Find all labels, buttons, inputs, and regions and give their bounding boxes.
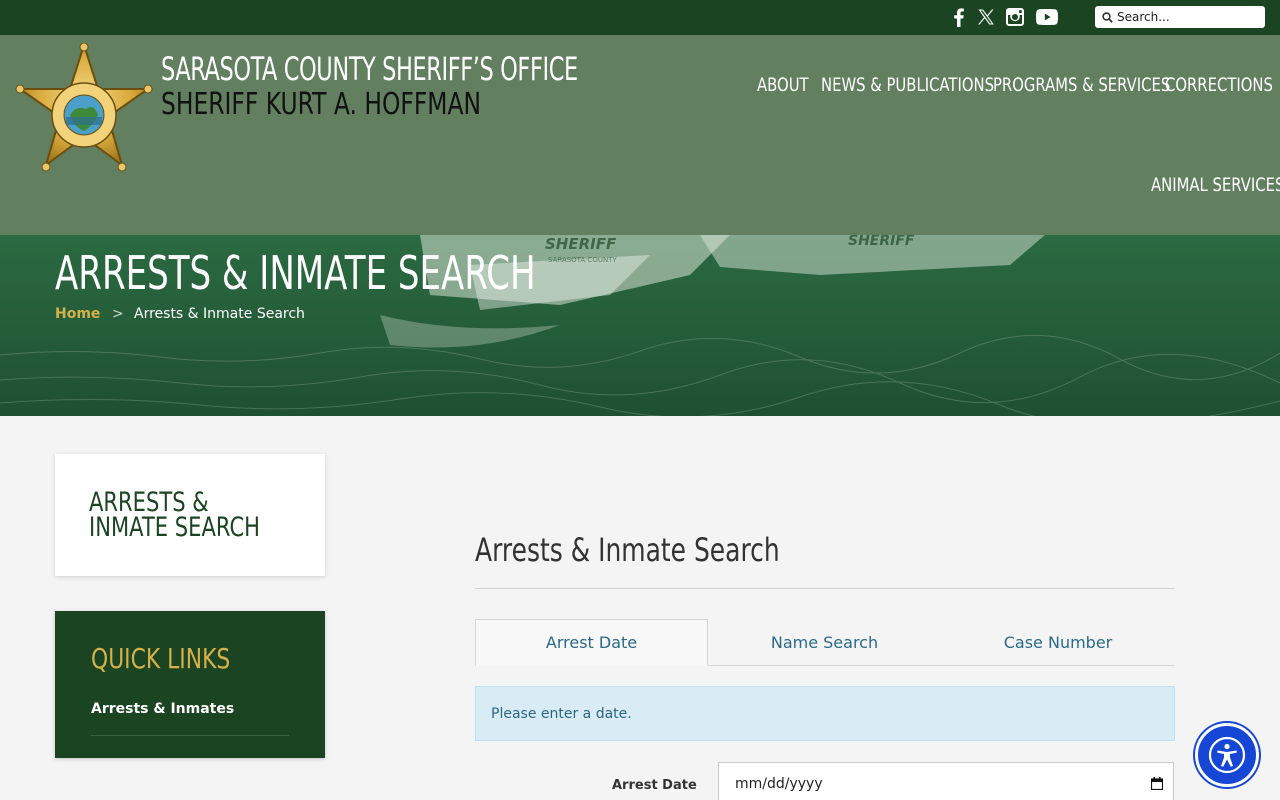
arrest-date-label: Arrest Date bbox=[612, 778, 697, 793]
facebook-icon[interactable] bbox=[951, 6, 967, 28]
boat-sheriff-lettering-2: SHERIFF bbox=[848, 235, 915, 249]
site-title[interactable]: SARASOTA COUNTY SHERIFF’S OFFICE bbox=[161, 49, 578, 89]
page-title: ARRESTS & INMATE SEARCH bbox=[55, 246, 536, 300]
nav-animal-services[interactable]: ANIMAL SERVICES bbox=[1151, 173, 1280, 197]
youtube-icon[interactable] bbox=[1035, 6, 1059, 28]
nav-about[interactable]: ABOUT bbox=[757, 73, 809, 97]
accessibility-button[interactable] bbox=[1195, 723, 1259, 787]
tab-name-search[interactable]: Name Search bbox=[708, 619, 941, 666]
divider bbox=[475, 588, 1175, 589]
search-input[interactable] bbox=[1117, 10, 1257, 24]
quick-links-heading: QUICK LINKS bbox=[91, 642, 231, 675]
breadcrumb-home-link[interactable]: Home bbox=[55, 306, 100, 322]
nav-corrections[interactable]: CORRECTIONS bbox=[1165, 73, 1273, 97]
top-utility-bar bbox=[0, 0, 1280, 35]
site-subtitle: SHERIFF KURT A. HOFFMAN bbox=[161, 87, 481, 122]
calendar-icon[interactable] bbox=[1150, 777, 1164, 794]
quick-links-panel: QUICK LINKS Arrests & Inmates bbox=[55, 611, 325, 758]
search-icon bbox=[1102, 8, 1113, 27]
tab-case-number[interactable]: Case Number bbox=[941, 619, 1175, 666]
breadcrumb-separator: > bbox=[112, 306, 124, 322]
instagram-icon[interactable] bbox=[1005, 6, 1025, 28]
tab-underline bbox=[708, 665, 1175, 666]
page-hero-banner: SHERIFF SARASOTA COUNTY SHERIFF ARRESTS … bbox=[0, 235, 1280, 416]
accessibility-person-icon bbox=[1208, 736, 1246, 774]
boat-county-lettering: SARASOTA COUNTY bbox=[548, 256, 617, 264]
arrest-date-input[interactable]: mm/dd/yyyy bbox=[718, 762, 1174, 800]
tab-arrest-date[interactable]: Arrest Date bbox=[475, 619, 708, 666]
breadcrumb-current: Arrests & Inmate Search bbox=[134, 306, 305, 322]
sheriff-star-badge-logo[interactable] bbox=[14, 43, 154, 175]
boat-sheriff-lettering: SHERIFF bbox=[545, 235, 617, 253]
divider bbox=[91, 735, 289, 736]
x-twitter-icon[interactable] bbox=[976, 6, 996, 28]
quick-link-arrests-inmates[interactable]: Arrests & Inmates bbox=[91, 701, 234, 717]
site-search bbox=[1095, 6, 1265, 28]
section-title-card: ARRESTS & INMATE SEARCH bbox=[55, 454, 325, 576]
content-heading: Arrests & Inmate Search bbox=[475, 531, 780, 569]
alert-message: Please enter a date. bbox=[491, 705, 632, 722]
date-placeholder: mm/dd/yyyy bbox=[735, 776, 823, 792]
nav-programs-services[interactable]: PROGRAMS & SERVICES bbox=[993, 73, 1170, 97]
section-title: ARRESTS & INMATE SEARCH bbox=[89, 487, 260, 543]
site-header: SARASOTA COUNTY SHERIFF’S OFFICE SHERIFF… bbox=[0, 35, 1280, 235]
nav-news-publications[interactable]: NEWS & PUBLICATIONS bbox=[821, 73, 994, 97]
info-alert: Please enter a date. bbox=[475, 686, 1175, 741]
